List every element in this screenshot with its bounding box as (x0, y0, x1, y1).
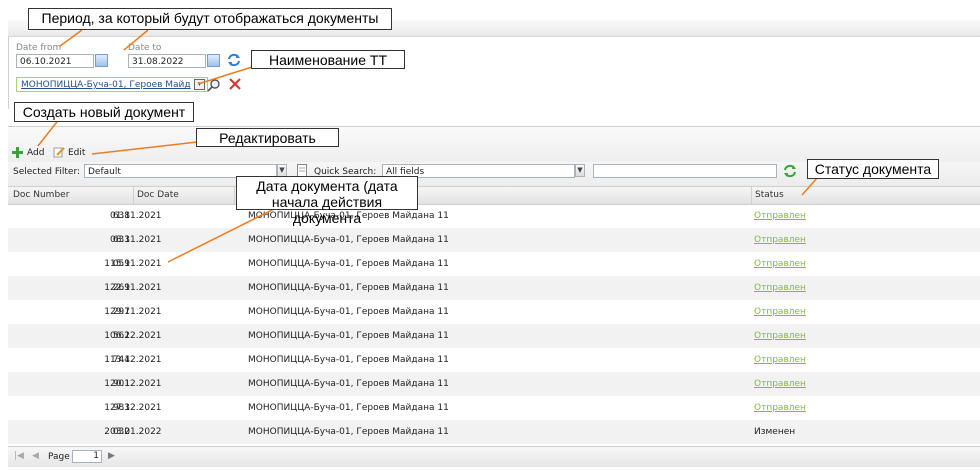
callout-create-doc: Создать новый документ (14, 102, 194, 122)
callout-doc-date-line2: начала действия документа (271, 194, 383, 226)
callout-period: Период, за который будут отображаться до… (28, 8, 392, 30)
callout-doc-status: Статус документа (807, 159, 939, 179)
callout-connectors (37, 29, 819, 263)
callout-doc-date: Дата документа (дата начала действия док… (236, 176, 418, 226)
callout-doc-date-line1: Дата документа (дата (256, 178, 398, 194)
callout-edit: Редактировать (196, 128, 339, 147)
callout-store-name: Наименование ТТ (251, 50, 405, 69)
